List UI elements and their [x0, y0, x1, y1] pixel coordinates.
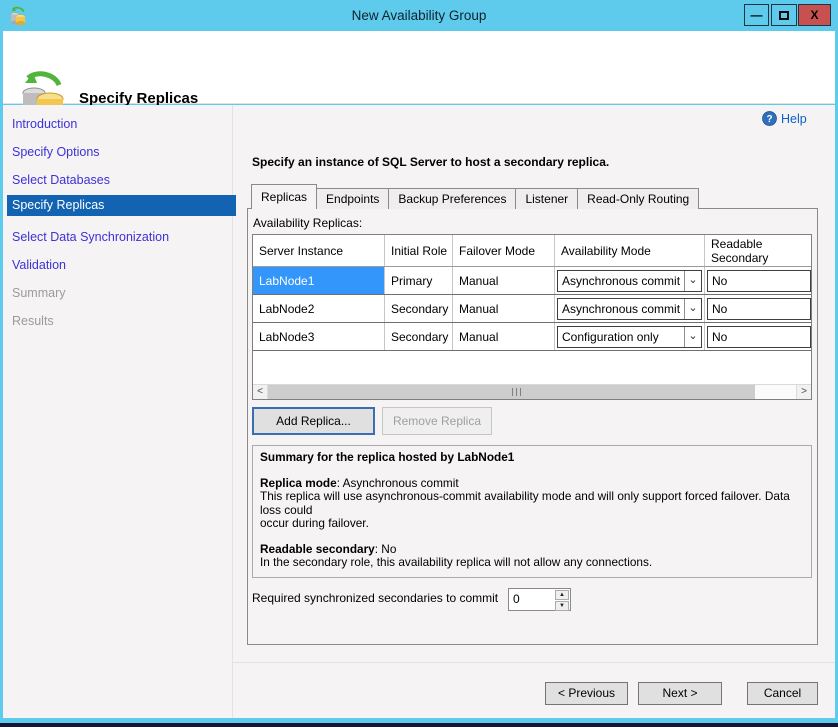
cell-readable-secondary: No — [705, 295, 811, 322]
cell-failover-mode[interactable]: Manual — [453, 295, 555, 322]
help-label: Help — [781, 112, 807, 126]
spin-up-icon[interactable]: ▲ — [555, 590, 569, 600]
scrollbar-thumb[interactable] — [268, 385, 755, 399]
cell-server-instance[interactable]: LabNode2 — [253, 295, 385, 322]
required-secondaries-label: Required synchronized secondaries to com… — [252, 591, 498, 605]
scroll-left-icon[interactable]: < — [253, 385, 268, 399]
spin-down-icon[interactable]: ▼ — [555, 601, 569, 611]
grid-header-row: Server Instance Initial Role Failover Mo… — [253, 235, 811, 267]
tab-listener[interactable]: Listener — [515, 188, 578, 209]
sidebar-item-introduction[interactable]: Introduction — [12, 117, 227, 134]
col-header-initial-role[interactable]: Initial Role — [385, 235, 453, 266]
next-button[interactable]: Next > — [638, 682, 722, 705]
col-header-readable-secondary[interactable]: Readable Secondary — [705, 235, 811, 266]
dropdown-value: Asynchronous commit — [558, 271, 684, 291]
dropdown-value: Configuration only — [558, 327, 684, 347]
cancel-button[interactable]: Cancel — [747, 682, 818, 705]
chevron-down-icon[interactable]: ⌄ — [684, 271, 701, 291]
cell-failover-mode[interactable]: Manual — [453, 323, 555, 350]
sidebar-item-results: Results — [12, 314, 227, 331]
readable-secondary-value: : No — [375, 542, 397, 556]
dropdown-value: Asynchronous commit — [558, 299, 684, 319]
stepper-value[interactable]: 0 — [509, 589, 555, 610]
tab-read-only-routing[interactable]: Read-Only Routing — [577, 188, 699, 209]
readable-secondary-dropdown[interactable]: No — [707, 326, 811, 348]
table-row[interactable]: LabNode2 Secondary Manual Asynchronous c… — [253, 295, 811, 323]
chevron-down-icon[interactable]: ⌄ — [684, 299, 701, 319]
cell-initial-role: Secondary — [385, 323, 453, 350]
summary-title: Summary for the replica hosted by LabNod… — [260, 451, 804, 465]
wizard-window: New Availability Group — X Specify Repli… — [0, 0, 838, 727]
col-header-server-instance[interactable]: Server Instance — [253, 235, 385, 266]
table-row[interactable]: LabNode1 Primary Manual Asynchronous com… — [253, 267, 811, 295]
cell-initial-role: Primary — [385, 267, 453, 294]
col-header-availability-mode[interactable]: Availability Mode — [555, 235, 705, 266]
chevron-down-icon[interactable]: ⌄ — [684, 327, 701, 347]
help-icon: ? — [762, 111, 777, 126]
required-secondaries-stepper[interactable]: 0 ▲ ▼ — [508, 588, 571, 611]
cell-availability-mode: Asynchronous commit ⌄ — [555, 267, 705, 294]
svg-text:?: ? — [766, 114, 772, 125]
window-frame-shadow — [0, 723, 838, 727]
cell-readable-secondary: No — [705, 323, 811, 350]
sidebar-item-specify-replicas[interactable]: Specify Replicas — [7, 195, 236, 216]
sidebar-item-summary: Summary — [12, 286, 227, 303]
scroll-right-icon[interactable]: > — [796, 385, 811, 399]
tab-backup-preferences[interactable]: Backup Preferences — [388, 188, 516, 209]
tab-endpoints[interactable]: Endpoints — [316, 188, 389, 209]
title-bar[interactable]: New Availability Group — X — [0, 0, 838, 31]
maximize-icon — [779, 11, 789, 20]
cell-failover-mode[interactable]: Manual — [453, 267, 555, 294]
minimize-button[interactable]: — — [744, 4, 769, 26]
replica-mode-line: Replica mode: Asynchronous commit — [260, 477, 804, 491]
add-replica-button[interactable]: Add Replica... — [252, 407, 375, 435]
availability-mode-dropdown[interactable]: Asynchronous commit ⌄ — [557, 298, 702, 320]
availability-mode-dropdown[interactable]: Asynchronous commit ⌄ — [557, 270, 702, 292]
instruction-text: Specify an instance of SQL Server to hos… — [252, 155, 609, 169]
readable-secondary-dropdown[interactable]: No — [707, 298, 811, 320]
sidebar-selected-label: Specify Replicas — [12, 198, 104, 212]
readable-secondary-label: Readable secondary — [260, 542, 375, 556]
page-header: Specify Replicas — [3, 31, 835, 104]
replica-mode-label: Replica mode — [260, 476, 337, 490]
help-link[interactable]: ? Help — [762, 111, 807, 126]
previous-button[interactable]: < Previous — [545, 682, 628, 705]
replicas-grid: Server Instance Initial Role Failover Mo… — [252, 234, 812, 400]
cell-availability-mode: Configuration only ⌄ — [555, 323, 705, 350]
cell-initial-role: Secondary — [385, 295, 453, 322]
cell-readable-secondary: No — [705, 267, 811, 294]
maximize-button[interactable] — [771, 4, 797, 26]
remove-replica-button: Remove Replica — [382, 407, 492, 435]
sidebar-item-specify-options[interactable]: Specify Options — [12, 145, 227, 162]
availability-replicas-label: Availability Replicas: — [253, 216, 362, 230]
readable-secondary-description: In the secondary role, this availability… — [260, 556, 804, 570]
sidebar-item-select-data-synchronization[interactable]: Select Data Synchronization — [12, 230, 227, 247]
close-button[interactable]: X — [798, 4, 831, 26]
tab-replicas[interactable]: Replicas — [251, 184, 317, 209]
tab-strip: Replicas Endpoints Backup Preferences Li… — [251, 184, 699, 209]
col-header-failover-mode[interactable]: Failover Mode — [453, 235, 555, 266]
footer-divider — [233, 662, 835, 663]
replica-mode-value: : Asynchronous commit — [337, 476, 459, 490]
sidebar-item-select-databases[interactable]: Select Databases — [12, 173, 227, 190]
horizontal-scrollbar[interactable]: < > — [253, 384, 811, 399]
cell-availability-mode: Asynchronous commit ⌄ — [555, 295, 705, 322]
sidebar-item-validation[interactable]: Validation — [12, 258, 227, 275]
cell-server-instance[interactable]: LabNode1 — [253, 267, 385, 294]
window-title: New Availability Group — [0, 0, 838, 31]
replica-mode-description: This replica will use asynchronous-commi… — [260, 490, 804, 531]
replica-summary-panel: Summary for the replica hosted by LabNod… — [252, 445, 812, 578]
table-row[interactable]: LabNode3 Secondary Manual Configuration … — [253, 323, 811, 351]
readable-secondary-line: Readable secondary: No — [260, 543, 804, 557]
availability-mode-dropdown[interactable]: Configuration only ⌄ — [557, 326, 702, 348]
cell-server-instance[interactable]: LabNode3 — [253, 323, 385, 350]
readable-secondary-dropdown[interactable]: No — [707, 270, 811, 292]
scrollbar-grip — [512, 388, 521, 396]
